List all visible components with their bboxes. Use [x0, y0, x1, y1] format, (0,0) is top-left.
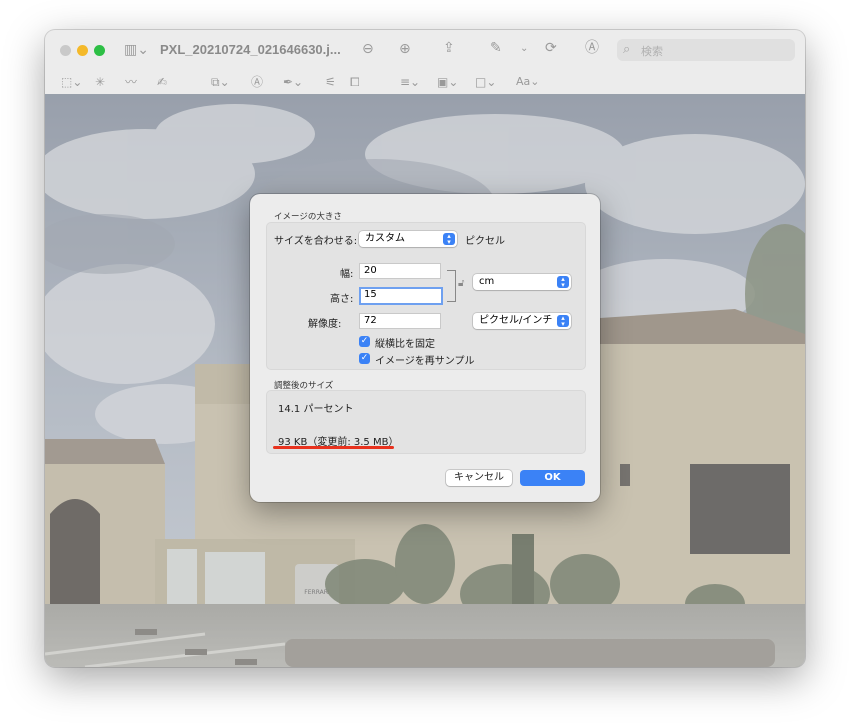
scale-proportionally-label: 縦横比を固定 — [375, 339, 435, 350]
chevron-down-icon[interactable]: ⌄ — [520, 41, 528, 57]
resample-label: イメージを再サンプル — [375, 356, 475, 367]
fit-into-unit-label: ピクセル — [465, 236, 505, 247]
toolbar: ▥⌄ PXL_20210724_021646630.j... ⊖ ⊕ ⇪ ✎ ⌄… — [45, 30, 805, 95]
instant-alpha-icon[interactable]: ✳ — [95, 74, 105, 90]
markup-circle-icon[interactable]: Ⓐ — [585, 40, 599, 56]
fill-color-icon[interactable]: □⌄ — [475, 74, 496, 90]
zoom-window-button[interactable] — [94, 45, 105, 56]
ok-button[interactable]: OK — [520, 470, 585, 486]
fit-into-value: カスタム — [365, 233, 405, 244]
shapes-icon[interactable]: ⧉⌄ — [211, 74, 230, 90]
rotate-icon[interactable]: ⟳ — [545, 40, 557, 56]
share-icon[interactable]: ⇪ — [443, 40, 455, 56]
red-highlight-underline — [273, 446, 394, 449]
fit-into-popup[interactable]: カスタム ▴ ▾ — [359, 231, 457, 247]
zoom-out-icon[interactable]: ⊖ — [362, 41, 374, 57]
draw-icon[interactable]: ✍ — [157, 74, 167, 90]
line-style-icon[interactable]: ≡⌄ — [400, 74, 420, 90]
search-placeholder: 検索 — [641, 45, 663, 58]
cancel-button[interactable]: キャンセル — [446, 470, 512, 486]
text-style-label: Aa — [516, 75, 531, 88]
resolution-label: 解像度: — [308, 319, 342, 330]
adjust-size-icon[interactable]: ⧠ — [350, 74, 360, 90]
close-window-button[interactable] — [60, 45, 71, 56]
markup-pen-icon[interactable]: ✎ — [490, 40, 502, 56]
window-title: PXL_20210724_021646630.j... — [160, 42, 341, 57]
sign-icon[interactable]: ✒⌄ — [283, 74, 303, 90]
sidebar-icon[interactable]: ▥⌄ — [124, 42, 149, 58]
text-icon[interactable]: Ⓐ — [251, 74, 263, 90]
resolution-field[interactable]: 72 — [359, 313, 441, 329]
border-color-icon[interactable]: ▣⌄ — [437, 74, 458, 90]
resample-checkbox[interactable]: ✓ — [359, 353, 370, 364]
fit-into-label: サイズを合わせる: — [274, 236, 358, 247]
adjust-color-icon[interactable]: ⚟ — [325, 74, 336, 90]
lock-icon: 🔓︎ — [458, 278, 465, 289]
sketch-icon[interactable]: 〰 — [125, 74, 137, 90]
resolution-unit-value: ピクセル/インチ — [479, 315, 553, 326]
resolution-unit-popup[interactable]: ピクセル/インチ ▴ ▾ — [473, 313, 571, 329]
scale-proportionally-checkbox[interactable]: ✓ — [359, 336, 370, 347]
height-label: 高さ: — [330, 294, 354, 305]
rect-select-icon[interactable]: ⬚⌄ — [61, 74, 82, 90]
unit-value: cm — [479, 276, 495, 287]
popup-arrows-icon: ▴ ▾ — [557, 315, 569, 328]
aspect-link-bracket — [447, 270, 456, 302]
image-size-section-title: イメージの大きさ — [274, 212, 342, 222]
zoom-in-icon[interactable]: ⊕ — [399, 41, 411, 57]
height-field[interactable]: 15 — [359, 287, 443, 305]
search-icon: ⌕ — [623, 42, 631, 57]
minimize-window-button[interactable] — [77, 45, 88, 56]
popup-arrows-icon: ▴ ▾ — [557, 276, 569, 289]
popup-arrows-icon: ▴ ▾ — [443, 233, 455, 246]
width-label: 幅: — [340, 269, 354, 280]
percent-text: 14.1 パーセント — [278, 404, 354, 415]
text-style-icon[interactable]: Aa⌄ — [516, 74, 539, 90]
search-field[interactable]: ⌕ 検索 — [617, 39, 795, 61]
width-field[interactable]: 20 — [359, 263, 441, 279]
unit-popup[interactable]: cm ▴ ▾ — [473, 274, 571, 290]
